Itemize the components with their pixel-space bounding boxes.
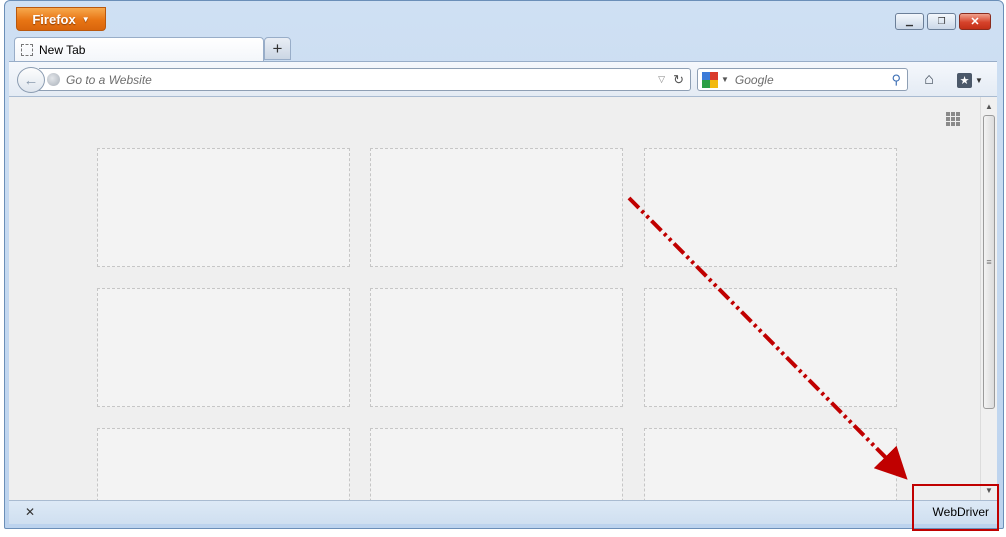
annotation-arrow-line [627,196,908,480]
annotation-highlight-box [912,484,999,531]
annotation-arrow [627,196,908,480]
